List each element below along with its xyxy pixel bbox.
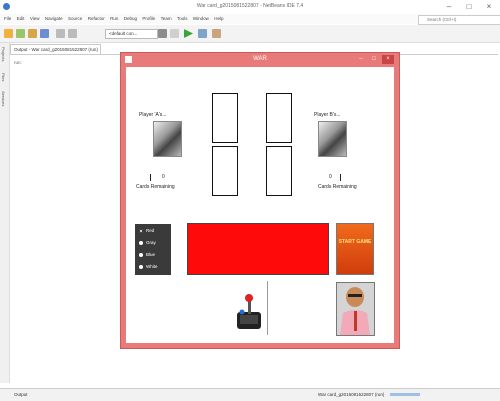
app-maximize-button[interactable]: □ xyxy=(368,55,380,64)
player-a-card-slot-bottom xyxy=(212,146,238,196)
status-output-tab[interactable]: Output xyxy=(14,389,28,400)
start-game-button[interactable]: START GAME xyxy=(336,223,374,275)
game-board: Player 'A's... 0 Cards Remaining Player … xyxy=(126,67,394,343)
menu-item-refactor[interactable]: Refactor xyxy=(88,14,105,24)
profile-icon[interactable] xyxy=(212,29,221,38)
side-tab-projects[interactable]: Projects xyxy=(1,47,6,61)
new-file-icon[interactable] xyxy=(16,29,25,38)
player-a-remaining-label: Cards Remaining xyxy=(136,184,175,190)
configuration-select[interactable]: <default con... xyxy=(105,29,158,39)
avatar-figure-icon xyxy=(337,283,374,335)
player-a-card-count: 0 xyxy=(162,174,165,180)
menu-item-source[interactable]: Source xyxy=(68,14,82,24)
search-input[interactable]: Search (Ctrl+I) xyxy=(418,15,500,25)
menu-item-debug[interactable]: Debug xyxy=(124,14,137,24)
new-project-icon[interactable] xyxy=(4,29,13,38)
menu-item-team[interactable]: Team xyxy=(161,14,172,24)
menu-item-run[interactable]: Run xyxy=(110,14,118,24)
player-b-photo xyxy=(318,121,347,157)
run-icon[interactable] xyxy=(184,29,193,38)
radio-button-icon xyxy=(139,240,143,245)
menu-item-help[interactable]: Help xyxy=(214,14,223,24)
player-b-card-count: 0 xyxy=(329,174,332,180)
undo-icon[interactable] xyxy=(56,29,65,38)
radio-button-icon xyxy=(139,252,143,257)
close-button[interactable]: × xyxy=(480,2,498,12)
radio-button-icon xyxy=(139,228,143,233)
build-icon[interactable] xyxy=(158,29,167,38)
player-b-card-slot-bottom xyxy=(266,146,292,196)
app-minimize-button[interactable]: – xyxy=(355,55,367,64)
app-close-button[interactable]: × xyxy=(382,55,394,64)
player-a-card-slot-top xyxy=(212,93,238,143)
player-a-label: Player 'A's... xyxy=(139,112,167,118)
avatar xyxy=(336,282,375,336)
menu-item-edit[interactable]: Edit xyxy=(17,14,25,24)
open-project-icon[interactable] xyxy=(28,29,37,38)
progress-bar xyxy=(390,393,420,396)
debug-icon[interactable] xyxy=(198,29,207,38)
menu-item-file[interactable]: File xyxy=(4,14,11,24)
joystick-icon xyxy=(237,294,261,329)
start-game-label: START GAME xyxy=(338,239,372,245)
toolbar xyxy=(0,25,500,43)
ide-window-title: War card_g2015081522807 - NetBeans IDE 7… xyxy=(196,3,304,9)
player-a-count-divider xyxy=(150,174,151,181)
menu-item-profile[interactable]: Profile xyxy=(142,14,155,24)
redo-icon[interactable] xyxy=(68,29,77,38)
war-game-window: WAR – □ × Player 'A's... 0 Cards Remaini… xyxy=(120,52,400,349)
output-text: run: xyxy=(14,60,22,65)
player-b-card-slot-top xyxy=(266,93,292,143)
color-selector-panel: Red Gray Blue White xyxy=(135,224,171,275)
player-b-label: Player B's... xyxy=(314,112,341,118)
color-option-white[interactable]: White xyxy=(139,264,158,269)
menu-item-window[interactable]: Window xyxy=(193,14,209,24)
status-run-label: War card_g2015081522807 (run) xyxy=(318,392,385,397)
side-tab-strip: Projects Files Services xyxy=(0,43,10,383)
menu-item-view[interactable]: View xyxy=(30,14,40,24)
minimize-button[interactable]: – xyxy=(440,2,458,12)
menu-item-tools[interactable]: Tools xyxy=(177,14,188,24)
color-option-blue[interactable]: Blue xyxy=(139,252,155,257)
radio-button-icon xyxy=(139,264,143,269)
menu-item-navigate[interactable]: Navigate xyxy=(45,14,63,24)
save-all-icon[interactable] xyxy=(40,29,49,38)
ide-title-bar: War card_g2015081522807 - NetBeans IDE 7… xyxy=(0,0,500,15)
player-b-count-divider xyxy=(340,174,341,181)
color-option-red[interactable]: Red xyxy=(139,228,154,233)
maximize-button[interactable]: □ xyxy=(460,2,478,12)
vertical-divider xyxy=(267,281,268,335)
player-b-remaining-label: Cards Remaining xyxy=(318,184,357,190)
status-bar: Output War card_g2015081522807 (run) xyxy=(0,388,500,401)
color-option-gray[interactable]: Gray xyxy=(139,240,156,245)
side-tab-files[interactable]: Files xyxy=(1,73,6,81)
side-tab-services[interactable]: Services xyxy=(1,91,6,106)
player-a-photo xyxy=(153,121,182,157)
play-area xyxy=(187,223,329,275)
app-title-bar: WAR – □ × xyxy=(121,53,399,67)
clean-build-icon[interactable] xyxy=(170,29,179,38)
